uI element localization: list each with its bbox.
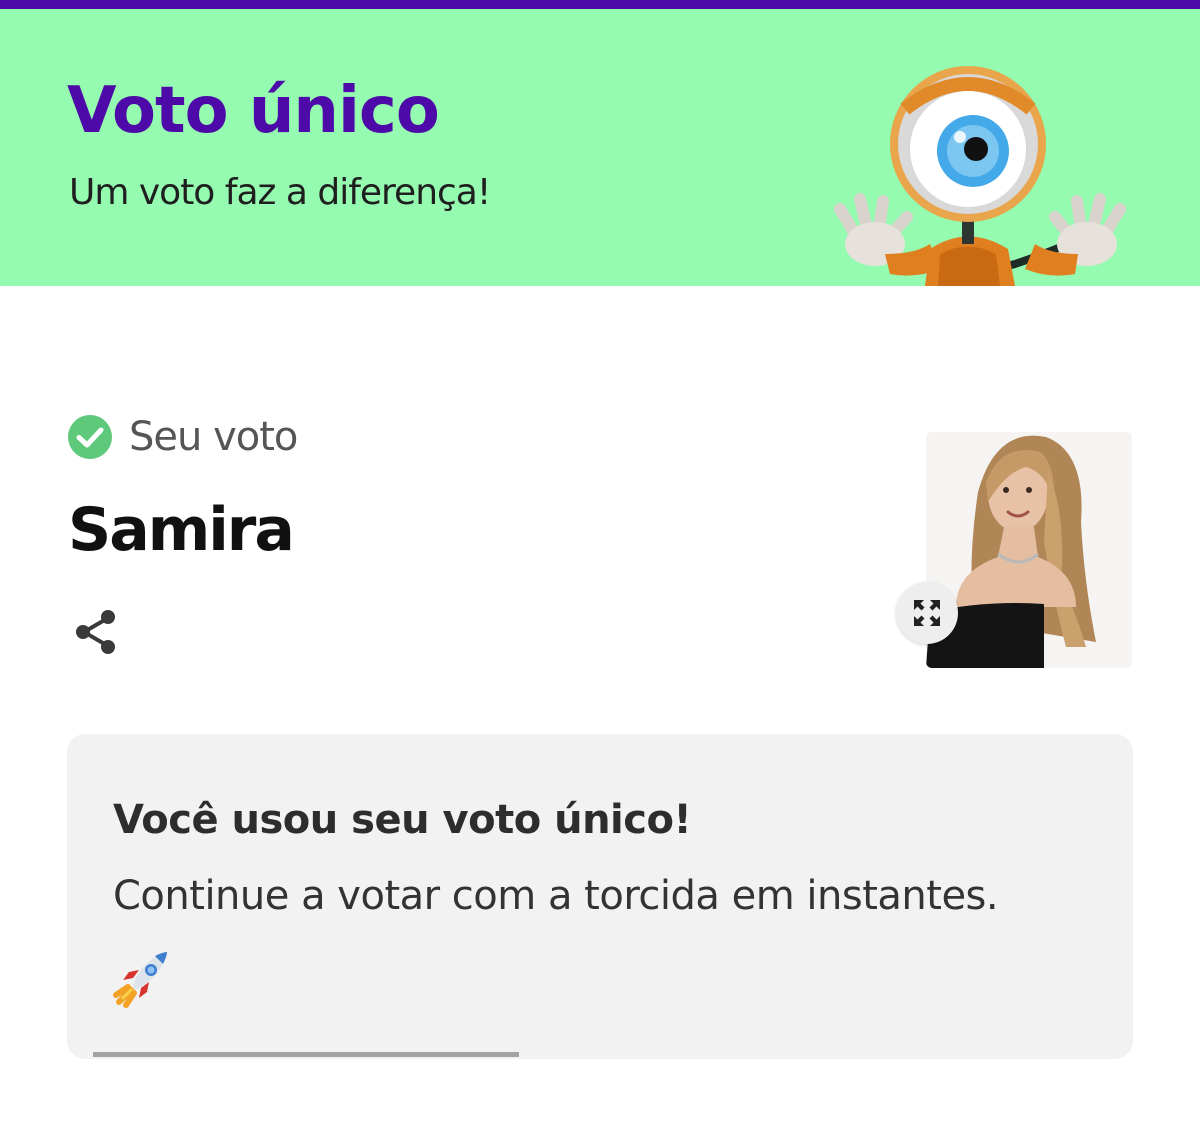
card-message: Continue a votar com a torcida em instan… — [113, 873, 999, 919]
candidate-name: Samira — [68, 495, 295, 565]
top-accent-bar — [0, 0, 1200, 9]
page-subtitle: Um voto faz a diferença! — [69, 172, 491, 213]
vote-label: Seu voto — [129, 414, 298, 460]
vote-label-row: Seu voto — [67, 413, 298, 461]
progress-fill — [93, 1052, 519, 1057]
page-title: Voto único — [67, 74, 440, 148]
candidate-photo — [926, 432, 1132, 668]
rocket-icon — [113, 952, 167, 1008]
big-brother-eye-mascot-icon — [834, 66, 1126, 286]
expand-icon — [914, 600, 940, 626]
header-banner: Voto único Um voto faz a diferença! — [0, 9, 1200, 286]
share-icon[interactable] — [70, 606, 122, 658]
vote-used-card: Você usou seu voto único! Continue a vot… — [67, 734, 1133, 1059]
expand-photo-button[interactable] — [896, 582, 958, 644]
check-circle-icon — [68, 415, 112, 459]
progress-bar — [93, 1052, 1107, 1057]
card-title: Você usou seu voto único! — [113, 797, 692, 843]
